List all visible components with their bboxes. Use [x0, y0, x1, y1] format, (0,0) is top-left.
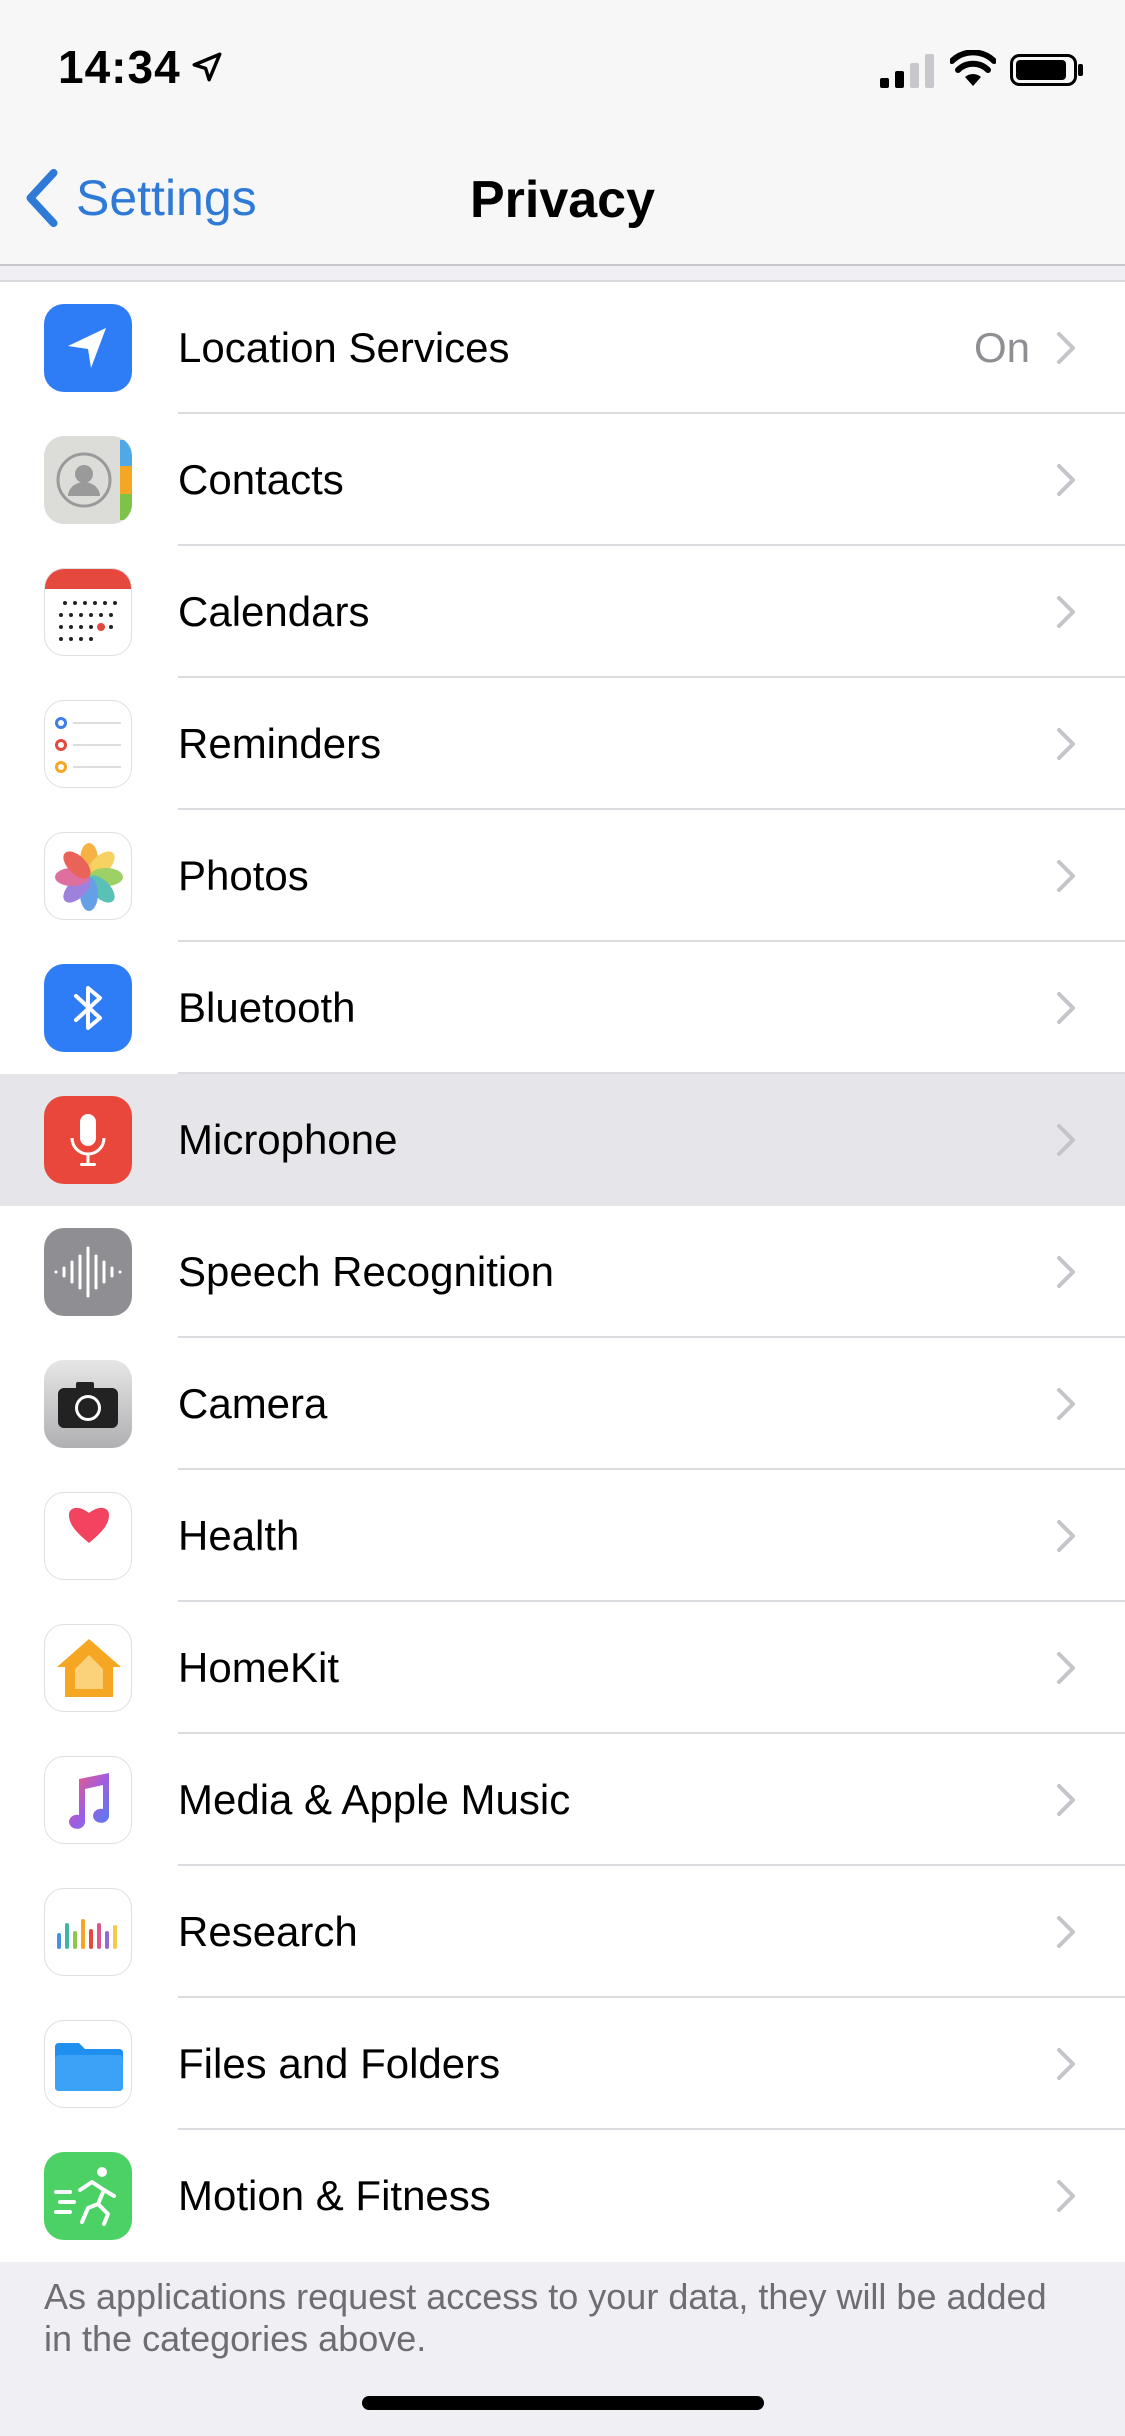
row-camera[interactable]: Camera: [0, 1338, 1125, 1470]
row-label: Location Services: [178, 324, 510, 371]
chevron-right-icon: [1057, 1916, 1075, 1948]
chevron-right-icon: [1057, 2180, 1075, 2212]
navigation-bar: Settings Privacy: [0, 132, 1125, 266]
home-indicator[interactable]: [362, 2396, 764, 2410]
row-microphone[interactable]: Microphone: [0, 1074, 1125, 1206]
row-photos[interactable]: Photos: [0, 810, 1125, 942]
chevron-right-icon: [1057, 1652, 1075, 1684]
chevron-right-icon: [1057, 860, 1075, 892]
music-icon: [44, 1756, 132, 1844]
motion-fitness-icon: [44, 2152, 132, 2240]
status-bar: 14:34: [0, 0, 1125, 132]
row-label: Photos: [178, 852, 309, 899]
chevron-right-icon: [1057, 1520, 1075, 1552]
photos-icon: [44, 832, 132, 920]
bluetooth-icon: [44, 964, 132, 1052]
page-title: Privacy: [469, 171, 656, 229]
health-icon: [44, 1492, 132, 1580]
row-label: HomeKit: [178, 1644, 340, 1691]
chevron-right-icon: [1057, 1124, 1075, 1156]
footer-note: As applications request access to your d…: [44, 2276, 1047, 2359]
chevron-right-icon: [1057, 596, 1075, 628]
speech-recognition-icon: [44, 1228, 132, 1316]
row-label: Microphone: [178, 1116, 398, 1163]
row-label: Bluetooth: [178, 984, 356, 1031]
row-label: Research: [178, 1908, 358, 1955]
row-label: Speech Recognition: [178, 1248, 554, 1295]
chevron-right-icon: [1057, 1784, 1075, 1816]
row-label: Motion & Fitness: [178, 2172, 491, 2219]
privacy-settings-list: Location Services On Contacts Calendars …: [0, 280, 1125, 2262]
row-label: Reminders: [178, 720, 382, 767]
homekit-icon: [44, 1624, 132, 1712]
research-icon: [44, 1888, 132, 1976]
row-label: Contacts: [178, 456, 344, 503]
location-icon: [44, 304, 132, 392]
chevron-right-icon: [1057, 332, 1075, 364]
row-label: Media & Apple Music: [178, 1776, 571, 1823]
camera-icon: [44, 1360, 132, 1448]
row-label: Health: [178, 1512, 300, 1559]
contacts-icon: [44, 436, 132, 524]
reminders-icon: [44, 700, 132, 788]
chevron-right-icon: [1057, 728, 1075, 760]
row-reminders[interactable]: Reminders: [0, 678, 1125, 810]
row-speech-recognition[interactable]: Speech Recognition: [0, 1206, 1125, 1338]
microphone-icon: [44, 1096, 132, 1184]
wifi-icon: [950, 50, 996, 86]
chevron-right-icon: [1057, 1256, 1075, 1288]
chevron-right-icon: [1057, 1388, 1075, 1420]
row-label: Camera: [178, 1380, 328, 1427]
location-arrow-icon: [192, 52, 222, 82]
row-value: On: [973, 324, 1030, 371]
chevron-right-icon: [1057, 2048, 1075, 2080]
row-label: Files and Folders: [178, 2040, 501, 2087]
chevron-right-icon: [1057, 992, 1075, 1024]
row-research[interactable]: Research: [0, 1866, 1125, 1998]
row-contacts[interactable]: Contacts: [0, 414, 1125, 546]
status-time: 14:34: [58, 41, 181, 93]
chevron-right-icon: [1057, 464, 1075, 496]
row-calendars[interactable]: Calendars: [0, 546, 1125, 678]
files-folder-icon: [44, 2020, 132, 2108]
row-files-and-folders[interactable]: Files and Folders: [0, 1998, 1125, 2130]
row-homekit[interactable]: HomeKit: [0, 1602, 1125, 1734]
row-location-services[interactable]: Location Services On: [0, 282, 1125, 414]
row-bluetooth[interactable]: Bluetooth: [0, 942, 1125, 1074]
row-media-apple-music[interactable]: Media & Apple Music: [0, 1734, 1125, 1866]
calendar-icon: [44, 568, 132, 656]
row-health[interactable]: Health: [0, 1470, 1125, 1602]
battery-icon: [1010, 54, 1083, 86]
row-motion-fitness[interactable]: Motion & Fitness: [0, 2130, 1125, 2262]
cellular-signal-icon: [880, 54, 934, 88]
row-label: Calendars: [178, 588, 370, 635]
